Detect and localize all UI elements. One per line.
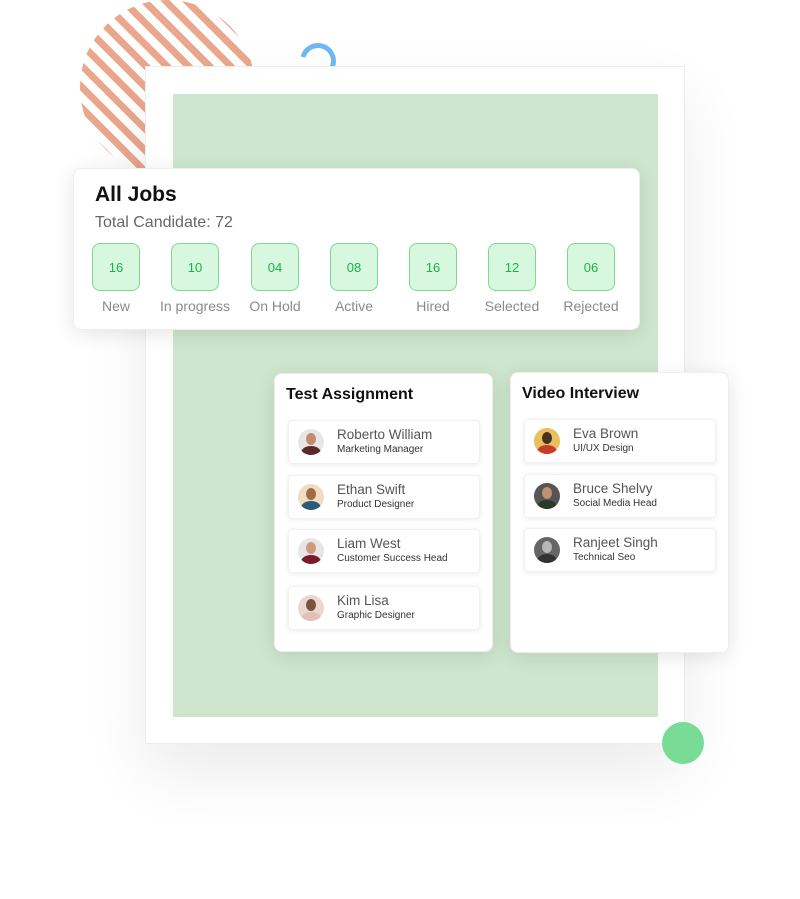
green-dot-decoration — [662, 722, 704, 764]
stat-value: 10 — [171, 243, 219, 291]
stat-in-progress[interactable]: 10 In progress — [155, 243, 235, 314]
avatar — [534, 428, 560, 454]
candidate-name: Liam West — [337, 536, 401, 551]
all-jobs-title: All Jobs — [95, 183, 177, 206]
stat-rejected[interactable]: 06 Rejected — [551, 243, 631, 314]
stat-label: In progress — [159, 298, 231, 314]
avatar — [298, 484, 324, 510]
candidate-item[interactable]: Ranjeet Singh Technical Seo — [524, 528, 716, 572]
avatar — [298, 538, 324, 564]
candidate-role: UI/UX Design — [573, 443, 634, 454]
stat-label: Hired — [416, 298, 450, 314]
candidate-item[interactable]: Bruce Shelvy Social Media Head — [524, 474, 716, 518]
avatar — [534, 483, 560, 509]
candidate-item[interactable]: Ethan Swift Product Designer — [288, 475, 480, 519]
candidate-name: Kim Lisa — [337, 593, 389, 608]
candidate-item[interactable]: Kim Lisa Graphic Designer — [288, 586, 480, 630]
candidate-role: Customer Success Head — [337, 553, 448, 564]
avatar — [534, 537, 560, 563]
stat-label: Selected — [484, 298, 540, 314]
job-stats: 16 New 10 In progress 04 On Hold 08 Acti… — [74, 243, 639, 323]
candidate-name: Roberto William — [337, 427, 433, 442]
all-jobs-card: All Jobs Total Candidate: 72 16 New 10 I… — [73, 168, 640, 330]
stat-value: 06 — [567, 243, 615, 291]
candidate-item[interactable]: Eva Brown UI/UX Design — [524, 419, 716, 463]
avatar — [298, 595, 324, 621]
stat-value: 12 — [488, 243, 536, 291]
test-assignment-panel: Test Assignment Roberto William Marketin… — [274, 373, 493, 652]
candidate-name: Ethan Swift — [337, 482, 406, 497]
candidate-role: Marketing Manager — [337, 444, 424, 455]
stat-value: 08 — [330, 243, 378, 291]
stat-label: Rejected — [563, 298, 619, 314]
video-interview-panel: Video Interview Eva Brown UI/UX Design B… — [510, 372, 729, 653]
stat-label: New — [101, 298, 130, 314]
stat-hired[interactable]: 16 Hired — [393, 243, 473, 314]
stat-value: 16 — [409, 243, 457, 291]
stat-new[interactable]: 16 New — [76, 243, 156, 314]
test-assignment-title: Test Assignment — [286, 386, 414, 403]
stat-selected[interactable]: 12 Selected — [472, 243, 552, 314]
stat-label: On Hold — [249, 298, 301, 314]
total-candidates: Total Candidate: 72 — [95, 214, 233, 231]
stat-active[interactable]: 08 Active — [314, 243, 394, 314]
candidate-role: Product Designer — [337, 499, 415, 510]
candidate-item[interactable]: Roberto William Marketing Manager — [288, 420, 480, 464]
avatar — [298, 429, 324, 455]
candidate-item[interactable]: Liam West Customer Success Head — [288, 529, 480, 573]
candidate-role: Social Media Head — [573, 498, 657, 509]
candidate-name: Eva Brown — [573, 426, 639, 441]
stat-value: 04 — [251, 243, 299, 291]
video-interview-title: Video Interview — [522, 385, 640, 402]
stat-label: Active — [334, 298, 374, 314]
candidate-name: Ranjeet Singh — [573, 535, 658, 550]
stat-on-hold[interactable]: 04 On Hold — [235, 243, 315, 314]
stat-value: 16 — [92, 243, 140, 291]
candidate-role: Technical Seo — [573, 552, 636, 563]
candidate-role: Graphic Designer — [337, 610, 415, 621]
candidate-name: Bruce Shelvy — [573, 481, 653, 496]
